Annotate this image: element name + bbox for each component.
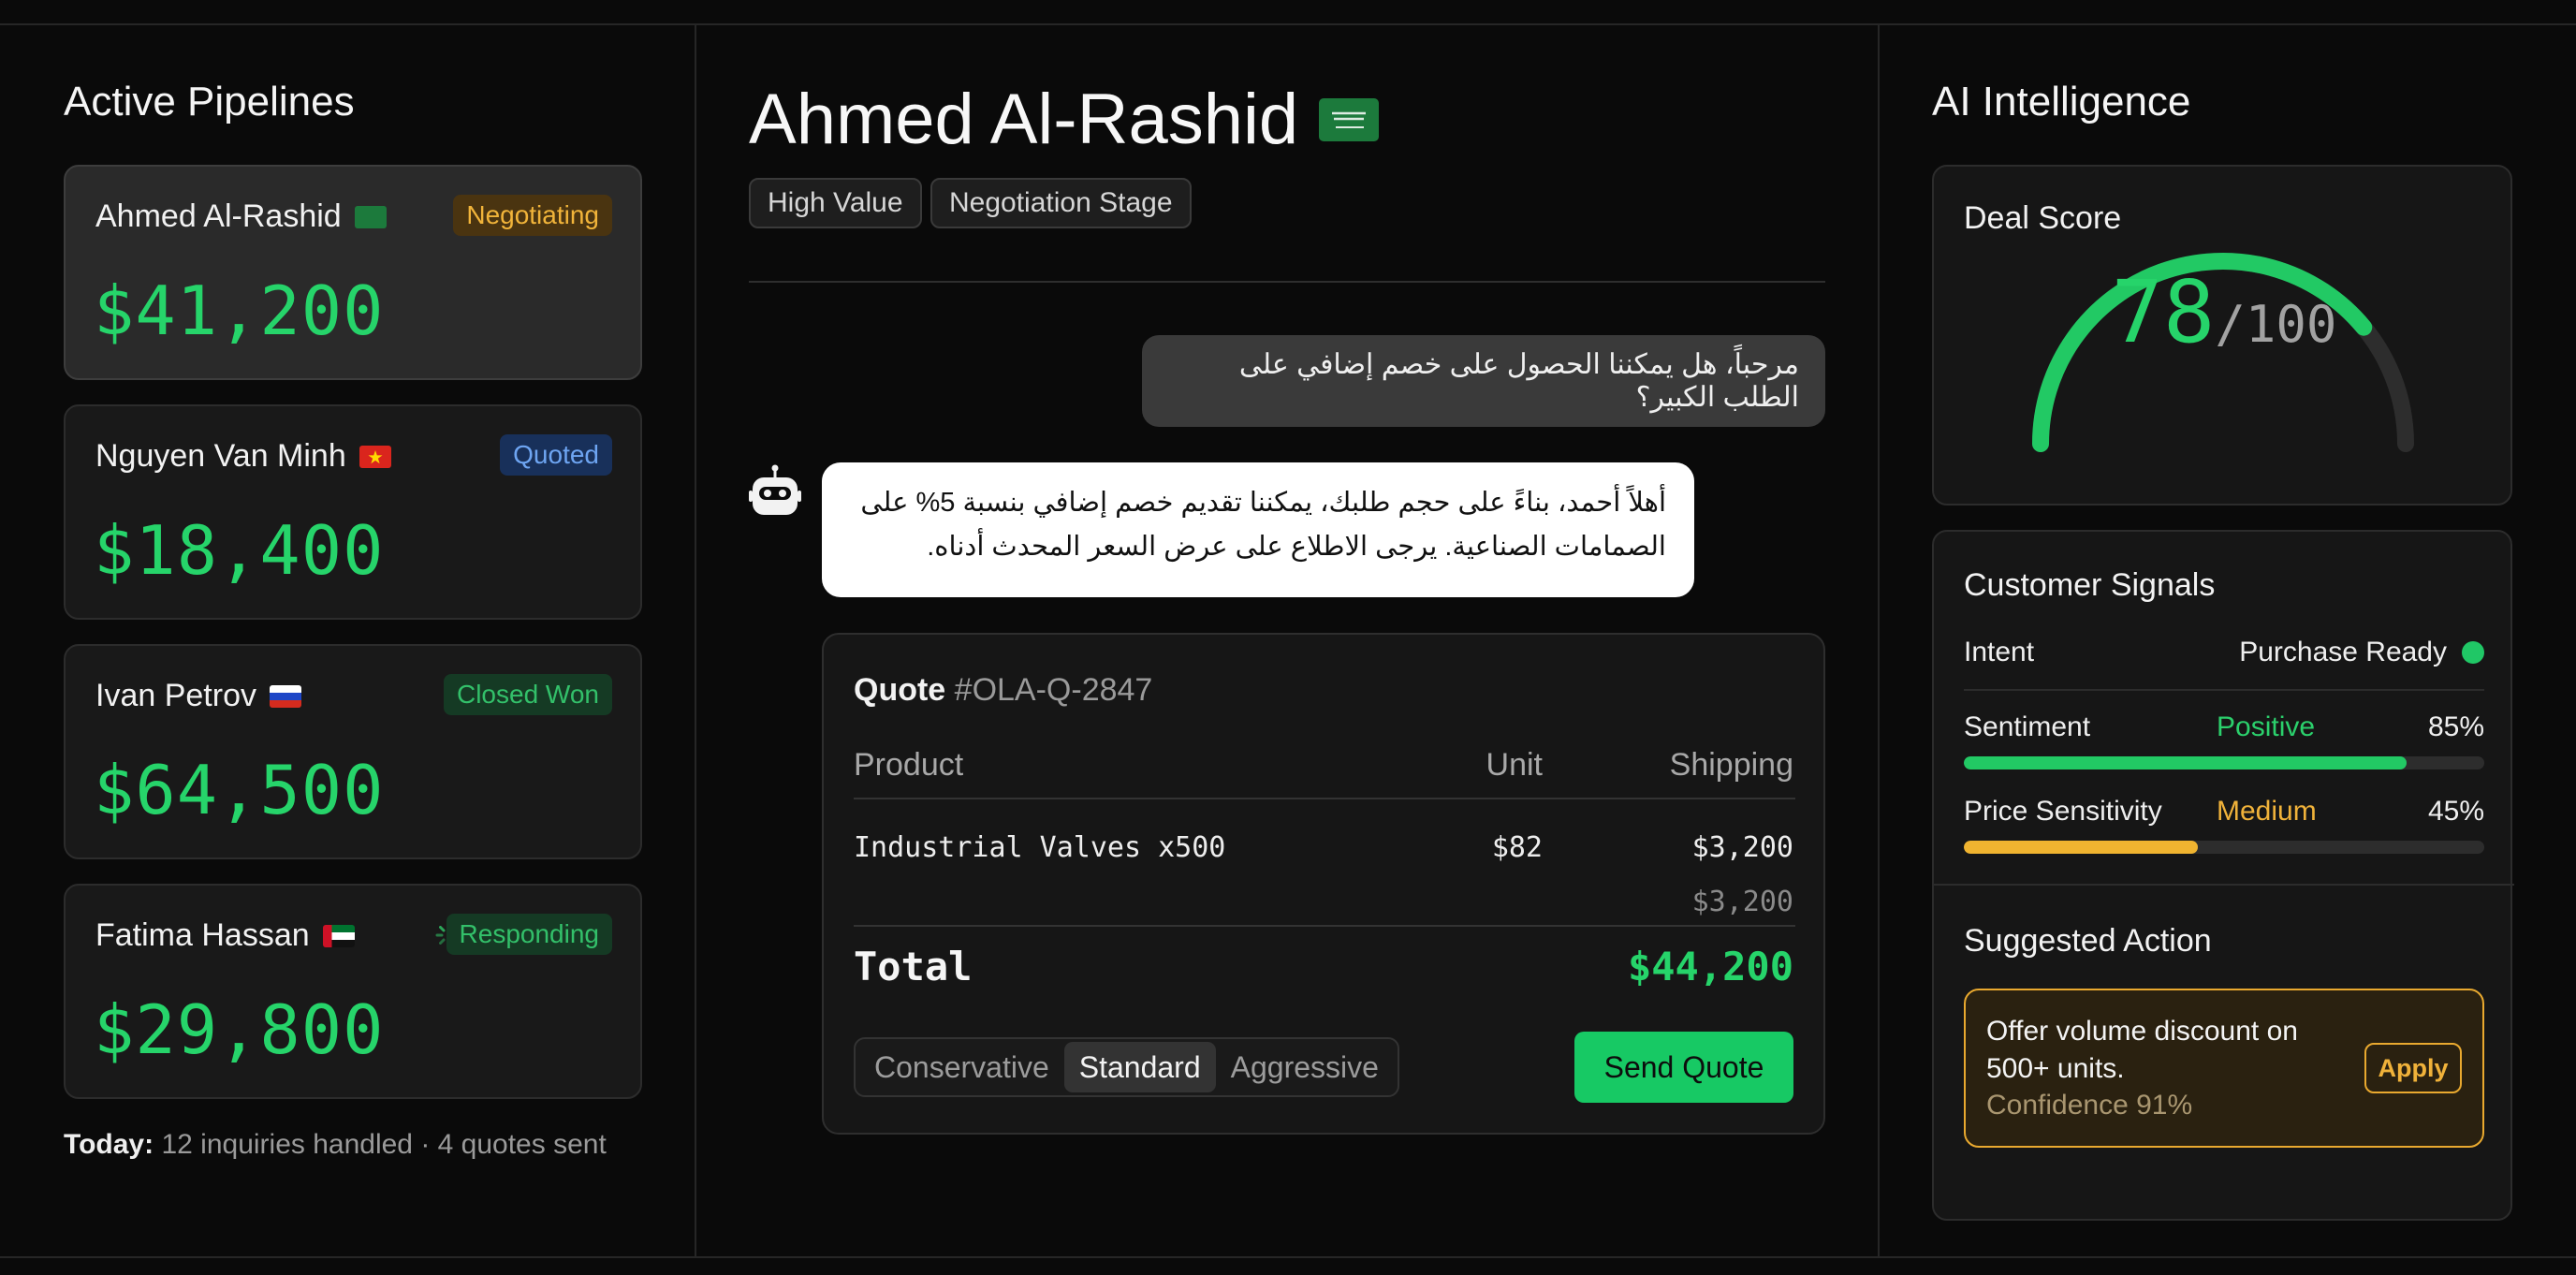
product-cell: Industrial Valves x500 xyxy=(854,831,1226,864)
left-column-divider xyxy=(695,24,696,1256)
price-sensitivity-bar xyxy=(1964,841,2484,854)
price-sensitivity-bar-fill xyxy=(1964,841,2199,854)
sentiment-bar xyxy=(1964,756,2484,769)
tag-negotiation-stage: Negotiation Stage xyxy=(930,178,1192,228)
today-text: 12 inquiries handled · 4 quotes sent xyxy=(161,1129,607,1160)
price-sensitivity-row: Price Sensitivity Medium 45% xyxy=(1964,796,2484,828)
section-divider xyxy=(1934,884,2514,886)
send-quote-button[interactable]: Send Quote xyxy=(1574,1032,1793,1103)
shipping-cell: $3,200 xyxy=(1691,831,1793,864)
header-row-divider xyxy=(854,798,1795,799)
tag-high-value: High Value xyxy=(749,178,922,228)
intent-status-dot xyxy=(2462,641,2484,664)
pipeline-card-ivan[interactable]: Ivan Petrov Closed Won $64,500 xyxy=(64,644,642,859)
total-divider xyxy=(854,925,1795,927)
pipeline-amount: $64,500 xyxy=(94,751,385,829)
strategy-conservative[interactable]: Conservative xyxy=(859,1042,1064,1092)
intent-row: Intent Purchase Ready xyxy=(1964,637,2484,668)
customer-message: مرحباً، هل يمكننا الحصول على خصم إضافي ع… xyxy=(1142,335,1825,427)
intent-label: Intent xyxy=(1964,637,2035,667)
russia-flag-icon xyxy=(269,684,301,708)
pipeline-name: Nguyen Van Minh xyxy=(95,438,346,474)
right-column-divider xyxy=(1878,24,1880,1256)
shipping-subtotal: $3,200 xyxy=(1691,886,1793,918)
quote-number: #OLA-Q-2847 xyxy=(954,672,1153,708)
pipelines-panel: Active Pipelines Ahmed Al-Rashid Negotia… xyxy=(64,24,642,1256)
saudi-flag-icon xyxy=(1319,97,1380,141)
customer-name: Ahmed Al-Rashid xyxy=(749,80,1299,159)
pipelines-title: Active Pipelines xyxy=(64,79,355,125)
status-badge: Closed Won xyxy=(443,674,612,715)
price-sensitivity-percent: 45% xyxy=(2427,796,2484,827)
status-badge: Responding xyxy=(446,914,612,955)
ai-message: أهلاً أحمد، بناءً على حجم طلبك، يمكننا ت… xyxy=(822,462,1694,597)
frame-bottom-border xyxy=(0,1256,2576,1258)
pipeline-name: Ivan Petrov xyxy=(95,678,256,713)
suggested-action-box: Offer volume discount on 500+ units. Con… xyxy=(1964,989,2484,1148)
apply-button[interactable]: Apply xyxy=(2364,1043,2462,1093)
uae-flag-icon xyxy=(322,924,355,947)
ai-message-text: أهلاً أحمد، بناءً على حجم طلبك، يمكننا ت… xyxy=(860,488,1666,562)
vietnam-flag-icon xyxy=(359,445,391,468)
intelligence-title: AI Intelligence xyxy=(1932,79,2191,125)
pipeline-amount: $29,800 xyxy=(94,990,385,1069)
price-sensitivity-value: Medium xyxy=(2217,796,2317,827)
unit-cell: $82 xyxy=(1491,831,1543,864)
status-badge: Quoted xyxy=(500,434,612,476)
customer-header: Ahmed Al-Rashid xyxy=(749,79,1380,160)
quote-card: Quote #OLA-Q-2847 Product Unit Shipping … xyxy=(822,633,1825,1135)
saudi-flag-icon xyxy=(354,205,387,228)
signal-divider xyxy=(1964,689,2484,691)
pipeline-name: Ahmed Al-Rashid xyxy=(95,198,342,234)
pipeline-name: Fatima Hassan xyxy=(95,917,310,953)
strategy-aggressive[interactable]: Aggressive xyxy=(1216,1042,1394,1092)
suggested-action-confidence: Confidence 91% xyxy=(1986,1090,2193,1121)
today-label: Today: xyxy=(64,1129,154,1160)
sentiment-label: Sentiment xyxy=(1964,711,2091,742)
pipeline-amount: $18,400 xyxy=(94,511,385,590)
column-header-shipping: Shipping xyxy=(1669,747,1793,783)
signals-card: Customer Signals Intent Purchase Ready S… xyxy=(1932,530,2514,1221)
conversation-panel: Ahmed Al-Rashid High Value Negotiation S… xyxy=(749,24,1825,1256)
pipeline-card-ahmed[interactable]: Ahmed Al-Rashid Negotiating $41,200 xyxy=(64,165,642,380)
suggested-action-title: Suggested Action xyxy=(1964,923,2212,959)
quote-title: Quote #OLA-Q-2847 xyxy=(854,672,1152,709)
pipeline-card-nguyen[interactable]: Nguyen Van Minh Quoted $18,400 xyxy=(64,404,642,620)
header-divider xyxy=(749,281,1825,283)
status-badge: Negotiating xyxy=(453,195,612,236)
suggested-action-text: Offer volume discount on 500+ units. xyxy=(1986,1016,2298,1084)
pipeline-card-fatima[interactable]: Fatima Hassan Responding $29,800 xyxy=(64,884,642,1099)
deal-score-title: Deal Score xyxy=(1964,200,2122,236)
bot-icon xyxy=(749,464,801,515)
signals-title: Customer Signals xyxy=(1964,567,2216,603)
quote-label: Quote xyxy=(854,672,946,708)
sentiment-bar-fill xyxy=(1964,756,2407,769)
intent-value: Purchase Ready xyxy=(2239,637,2447,667)
deal-score-number: 78 xyxy=(2111,262,2216,362)
column-header-product: Product xyxy=(854,747,964,783)
total-label: Total xyxy=(854,944,973,989)
intelligence-panel: AI Intelligence Deal Score 78/100 Custom… xyxy=(1932,24,2514,1256)
pipeline-amount: $41,200 xyxy=(94,271,385,350)
price-sensitivity-label: Price Sensitivity xyxy=(1964,796,2162,827)
strategy-selector: Conservative Standard Aggressive xyxy=(854,1037,1399,1097)
deal-score-value: 78/100 xyxy=(1934,262,2514,362)
total-value: $44,200 xyxy=(1627,944,1793,989)
customer-message-text: مرحباً، هل يمكننا الحصول على خصم إضافي ع… xyxy=(1238,349,1799,413)
sentiment-percent: 85% xyxy=(2427,711,2484,742)
deal-score-max: /100 xyxy=(2215,295,2337,354)
today-summary: Today: 12 inquiries handled · 4 quotes s… xyxy=(64,1129,607,1161)
sentiment-row: Sentiment Positive 85% xyxy=(1964,711,2484,743)
column-header-unit: Unit xyxy=(1486,747,1543,783)
deal-score-card: Deal Score 78/100 xyxy=(1932,165,2512,506)
strategy-standard[interactable]: Standard xyxy=(1063,1042,1216,1092)
sentiment-value: Positive xyxy=(2217,711,2316,742)
